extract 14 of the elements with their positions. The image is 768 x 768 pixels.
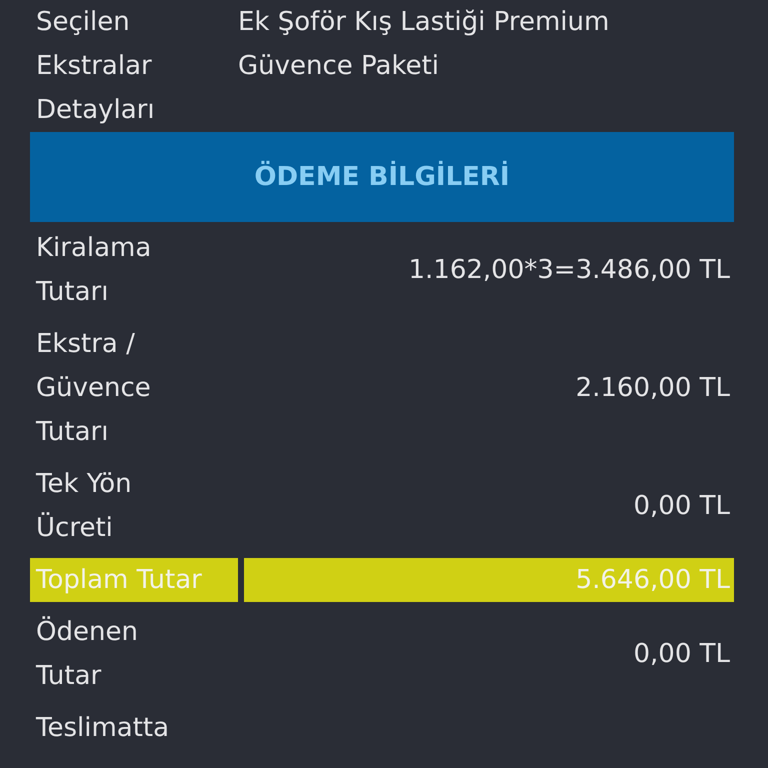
- field-label: Teslimatta: [34, 712, 170, 745]
- field-value: 2.160,00 TL: [574, 372, 731, 405]
- field-value: 0,00 TL: [632, 490, 731, 523]
- field-value: 0,00 TL: [632, 638, 731, 671]
- section-header: ÖDEME BİLGİLERİ: [30, 132, 734, 222]
- field-label: Toplam Tutar: [30, 558, 238, 602]
- field-label: Kiralama Tutarı: [34, 232, 152, 309]
- field-label: Ödenen Tutar: [34, 615, 139, 693]
- field-value: 1.162,00*3=3.486,00 TL: [407, 254, 731, 287]
- field-value: Ek Şoför Kış Lastiği Premium Güvence Paketi: [238, 6, 610, 83]
- field-label: Ekstra / Güvence Tutarı: [34, 328, 152, 449]
- field-value: 5.646,00 TL: [244, 558, 734, 602]
- field-label: Seçilen Ekstralar Detayları: [35, 6, 156, 127]
- field-label: Tek Yön Ücreti: [34, 468, 133, 545]
